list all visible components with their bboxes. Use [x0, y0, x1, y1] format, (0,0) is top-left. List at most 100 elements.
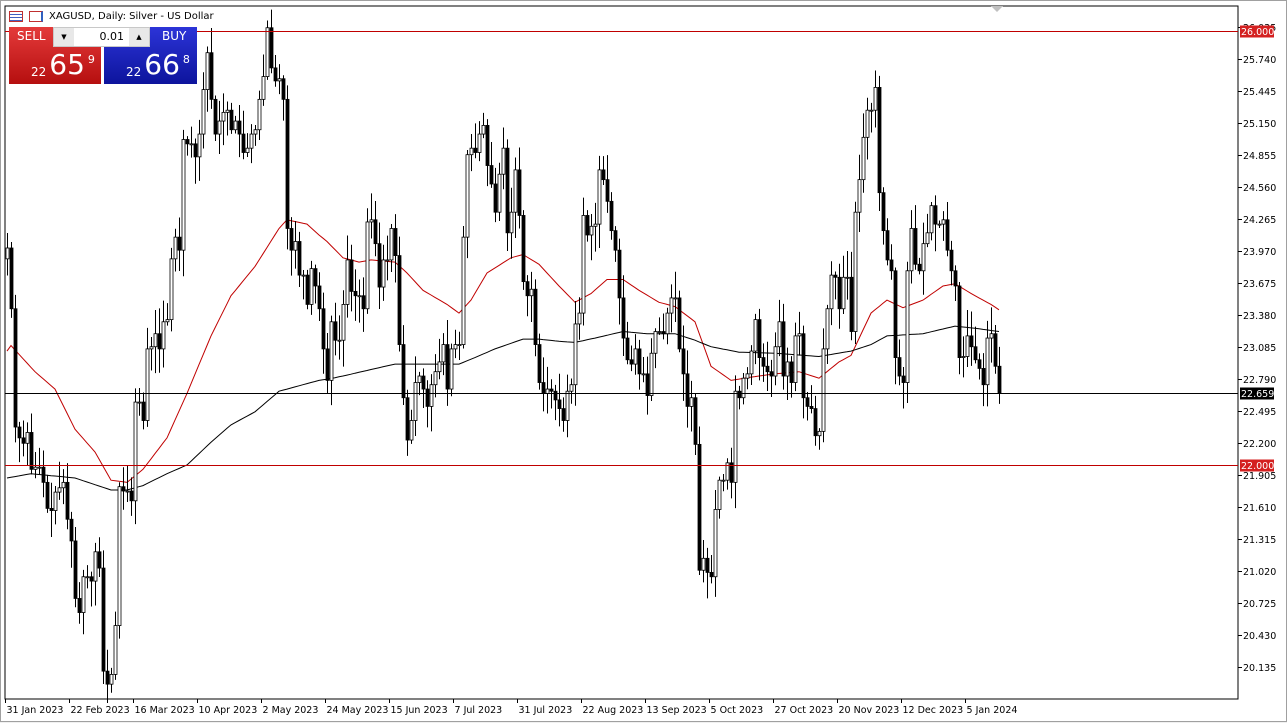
bear-candle-body — [46, 482, 49, 508]
bear-candle-body — [902, 376, 905, 383]
y-tick-label: 21.315 — [1243, 535, 1276, 546]
bear-candle-body — [994, 334, 997, 367]
bull-candle-body — [266, 28, 269, 77]
bull-candle-body — [990, 334, 993, 338]
x-tick-label: 22 Aug 2023 — [583, 705, 644, 716]
y-tick-label: 24.855 — [1243, 151, 1276, 162]
y-tick-label: 21.020 — [1243, 567, 1276, 578]
bull-candle-body — [674, 298, 677, 299]
bull-candle-body — [26, 432, 29, 443]
bull-candle-body — [310, 269, 313, 305]
bull-candle-body — [962, 357, 965, 358]
candle — [906, 262, 909, 403]
bear-candle-body — [630, 360, 633, 364]
bear-candle-body — [894, 271, 897, 358]
decrease-lot-icon[interactable]: ▼ — [54, 28, 74, 46]
bull-candle-body — [574, 324, 577, 385]
y-tick-label: 22.200 — [1243, 439, 1276, 450]
bull-candle-body — [410, 421, 413, 441]
bull-candle-body — [842, 277, 845, 308]
bull-candle-body — [822, 349, 825, 431]
bull-candle-body — [382, 260, 385, 287]
bull-candle-body — [442, 345, 445, 362]
trading-panel-icon[interactable] — [9, 11, 23, 22]
bull-candle-body — [162, 322, 165, 349]
bull-candle-body — [386, 260, 389, 261]
bull-candle-body — [794, 336, 797, 383]
bull-candle-body — [390, 228, 393, 259]
y-tick-label: 24.265 — [1243, 215, 1276, 226]
bull-candle-body — [254, 130, 257, 134]
bear-candle-body — [558, 400, 561, 409]
bull-candle-body — [338, 340, 341, 341]
bear-candle-body — [350, 260, 353, 291]
bull-candle-body — [166, 320, 169, 322]
bull-candle-body — [358, 296, 361, 297]
bull-candle-body — [454, 345, 457, 349]
bull-candle-body — [590, 226, 593, 235]
candle — [462, 226, 465, 348]
bear-candle-body — [362, 296, 365, 309]
bear-candle-body — [882, 193, 885, 231]
bear-candle-body — [698, 444, 701, 570]
bear-candle-body — [42, 467, 45, 482]
bear-candle-body — [946, 220, 949, 250]
bull-candle-body — [866, 110, 869, 137]
candle — [286, 85, 289, 249]
bear-candle-body — [90, 577, 93, 581]
bear-candle-body — [918, 264, 921, 271]
bear-candle-body — [898, 358, 901, 376]
bear-candle-body — [98, 552, 101, 568]
y-tick-label: 21.610 — [1243, 503, 1276, 514]
bull-candle-body — [146, 349, 149, 421]
bear-candle-body — [214, 99, 217, 134]
bull-candle-body — [86, 577, 89, 578]
bear-candle-body — [270, 28, 273, 68]
bear-candle-body — [354, 291, 357, 295]
bull-candle-body — [870, 110, 873, 111]
y-tick-label: 20.430 — [1243, 631, 1276, 642]
sell-price-main: 65 — [49, 49, 85, 81]
increase-lot-icon[interactable]: ▲ — [129, 28, 149, 46]
x-tick-label: 15 Jun 2023 — [391, 705, 448, 716]
bull-candle-body — [6, 248, 9, 259]
sell-price-pip: 9 — [88, 53, 95, 66]
bear-candle-body — [538, 345, 541, 383]
lot-size-input[interactable]: 0.01 — [74, 28, 129, 46]
bear-candle-body — [230, 110, 233, 130]
x-tick-label: 13 Sep 2023 — [647, 705, 707, 716]
bear-candle-body — [758, 320, 761, 358]
bear-candle-body — [286, 99, 289, 228]
plot-area — [5, 6, 1238, 699]
price-chart[interactable]: 26.03525.74025.44525.15024.85524.56024.2… — [1, 1, 1287, 723]
bull-candle-body — [482, 125, 485, 134]
bull-candle-body — [566, 391, 569, 420]
bear-candle-body — [934, 206, 937, 224]
bull-candle-body — [502, 148, 505, 174]
depth-of-market-icon[interactable] — [29, 11, 43, 22]
bull-candle-body — [786, 362, 789, 376]
lot-size-stepper[interactable]: ▼ 0.01 ▲ — [53, 27, 150, 47]
bear-candle-body — [890, 260, 893, 271]
bull-candle-body — [38, 467, 41, 468]
bear-candle-body — [790, 362, 793, 383]
bull-candle-body — [434, 372, 437, 385]
bear-candle-body — [66, 482, 69, 519]
bull-candle-body — [714, 509, 717, 576]
bear-candle-body — [106, 671, 109, 684]
bull-candle-body — [906, 271, 909, 383]
candle — [10, 242, 13, 318]
bear-candle-body — [10, 248, 13, 309]
bull-candle-body — [58, 488, 61, 492]
bull-candle-body — [862, 137, 865, 179]
bear-candle-body — [542, 383, 545, 394]
x-tick-label: 22 Feb 2023 — [71, 705, 130, 716]
bear-candle-body — [406, 398, 409, 440]
bear-candle-body — [838, 277, 841, 308]
chart-title-bar: XAGUSD, Daily: Silver - US Dollar — [9, 9, 214, 23]
bull-candle-body — [514, 170, 517, 212]
bull-candle-body — [690, 398, 693, 407]
candle — [118, 482, 121, 638]
bull-candle-body — [594, 224, 597, 226]
x-tick-label: 7 Jul 2023 — [455, 705, 503, 716]
